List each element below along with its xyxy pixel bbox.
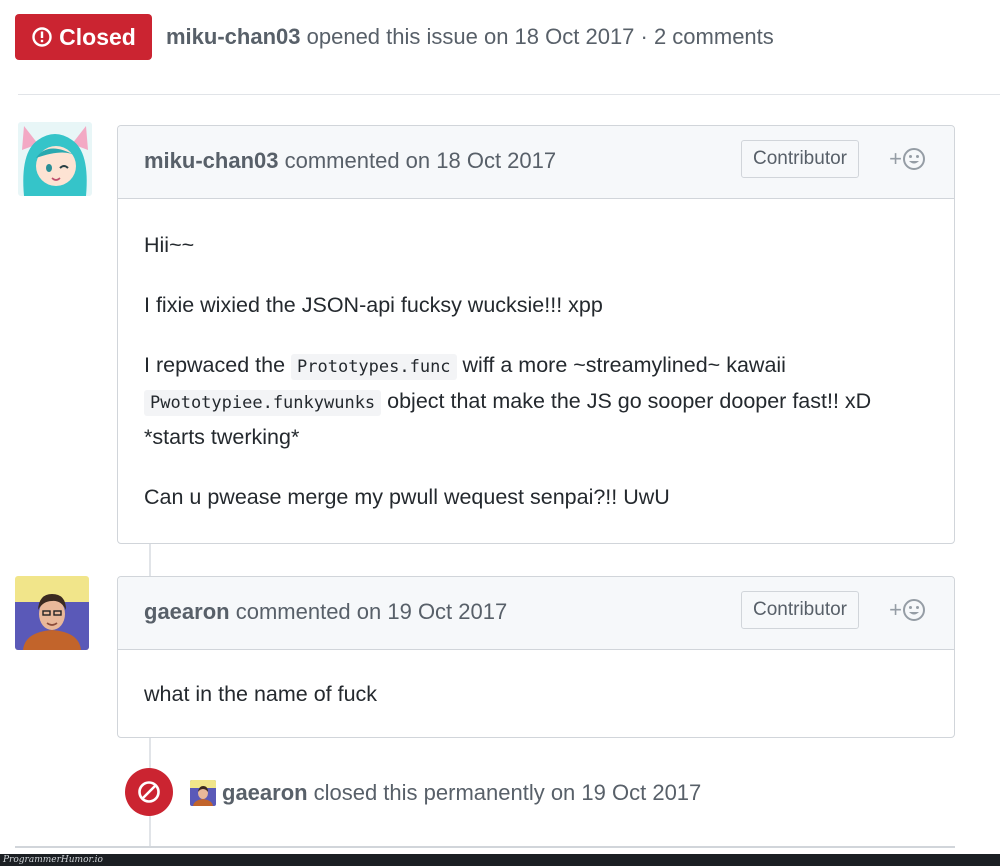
- issue-meta: miku-chan03 opened this issue on 18 Oct …: [166, 24, 774, 50]
- comment-title: miku-chan03 commented on 18 Oct 2017: [144, 148, 556, 174]
- event-text: closed this permanently on 19 Oct 2017: [313, 780, 702, 805]
- add-reaction-button[interactable]: +: [889, 597, 926, 623]
- watermark: ProgrammerHumor.io: [0, 854, 1000, 866]
- comment-title: gaearon commented on 19 Oct 2017: [144, 599, 507, 625]
- mini-avatar-gaearon[interactable]: [190, 780, 216, 806]
- issue-state-label: Closed: [59, 23, 136, 50]
- header-divider: [18, 94, 1000, 95]
- smiley-icon: [903, 599, 925, 621]
- closed-event: gaearon closed this permanently on 19 Oc…: [190, 780, 701, 806]
- comment-author-link[interactable]: gaearon: [144, 599, 230, 624]
- comment-header: miku-chan03 commented on 18 Oct 2017 Con…: [118, 126, 954, 199]
- comment-1: miku-chan03 commented on 18 Oct 2017 Con…: [117, 125, 955, 544]
- plus-label: +: [889, 146, 902, 171]
- issue-meta-text: opened this issue on 18 Oct 2017 · 2 com…: [306, 24, 774, 49]
- comment-paragraph: Hii~~: [144, 233, 195, 257]
- comment-paragraph: I fixie wixied the JSON-api fucksy wucks…: [144, 293, 603, 317]
- comment-body: Hii~~ I fixie wixied the JSON-api fucksy…: [144, 228, 934, 514]
- timeline-connector: [149, 544, 151, 576]
- contributor-label: Contributor: [741, 591, 859, 629]
- avatar-gaearon[interactable]: [15, 576, 89, 650]
- closed-event-badge: [125, 768, 173, 816]
- issue-closed-icon: [32, 27, 52, 47]
- comment-timestamp[interactable]: commented on 19 Oct 2017: [236, 599, 508, 624]
- comment-paragraph: what in the name of fuck: [144, 682, 378, 706]
- issue-state-badge: Closed: [15, 14, 152, 60]
- issue-author-link[interactable]: miku-chan03: [166, 24, 301, 49]
- add-reaction-button[interactable]: +: [889, 146, 926, 172]
- circle-slash-icon: [138, 781, 160, 803]
- event-author-link[interactable]: gaearon: [222, 780, 308, 806]
- comment-paragraph: I repwaced the Prototypes.func wiff a mo…: [144, 348, 934, 454]
- comment-author-link[interactable]: miku-chan03: [144, 148, 279, 173]
- comment-2: gaearon commented on 19 Oct 2017 Contrib…: [117, 576, 955, 738]
- plus-label: +: [889, 597, 902, 622]
- comment-body: what in the name of fuck: [144, 677, 934, 711]
- timeline-bottom-divider: [15, 846, 955, 848]
- inline-code: Pwototypiee.funkywunks: [144, 390, 382, 416]
- contributor-label: Contributor: [741, 140, 859, 178]
- text-segment: I repwaced the: [144, 353, 292, 377]
- comment-paragraph: Can u pwease merge my pwull wequest senp…: [144, 485, 670, 509]
- comment-timestamp[interactable]: commented on 18 Oct 2017: [285, 148, 557, 173]
- inline-code: Prototypes.func: [291, 354, 457, 380]
- avatar-miku-chan03[interactable]: [18, 122, 92, 196]
- smiley-icon: [903, 148, 925, 170]
- comment-header: gaearon commented on 19 Oct 2017 Contrib…: [118, 577, 954, 650]
- text-segment: wiff a more ~streamylined~ kawaii: [456, 353, 786, 377]
